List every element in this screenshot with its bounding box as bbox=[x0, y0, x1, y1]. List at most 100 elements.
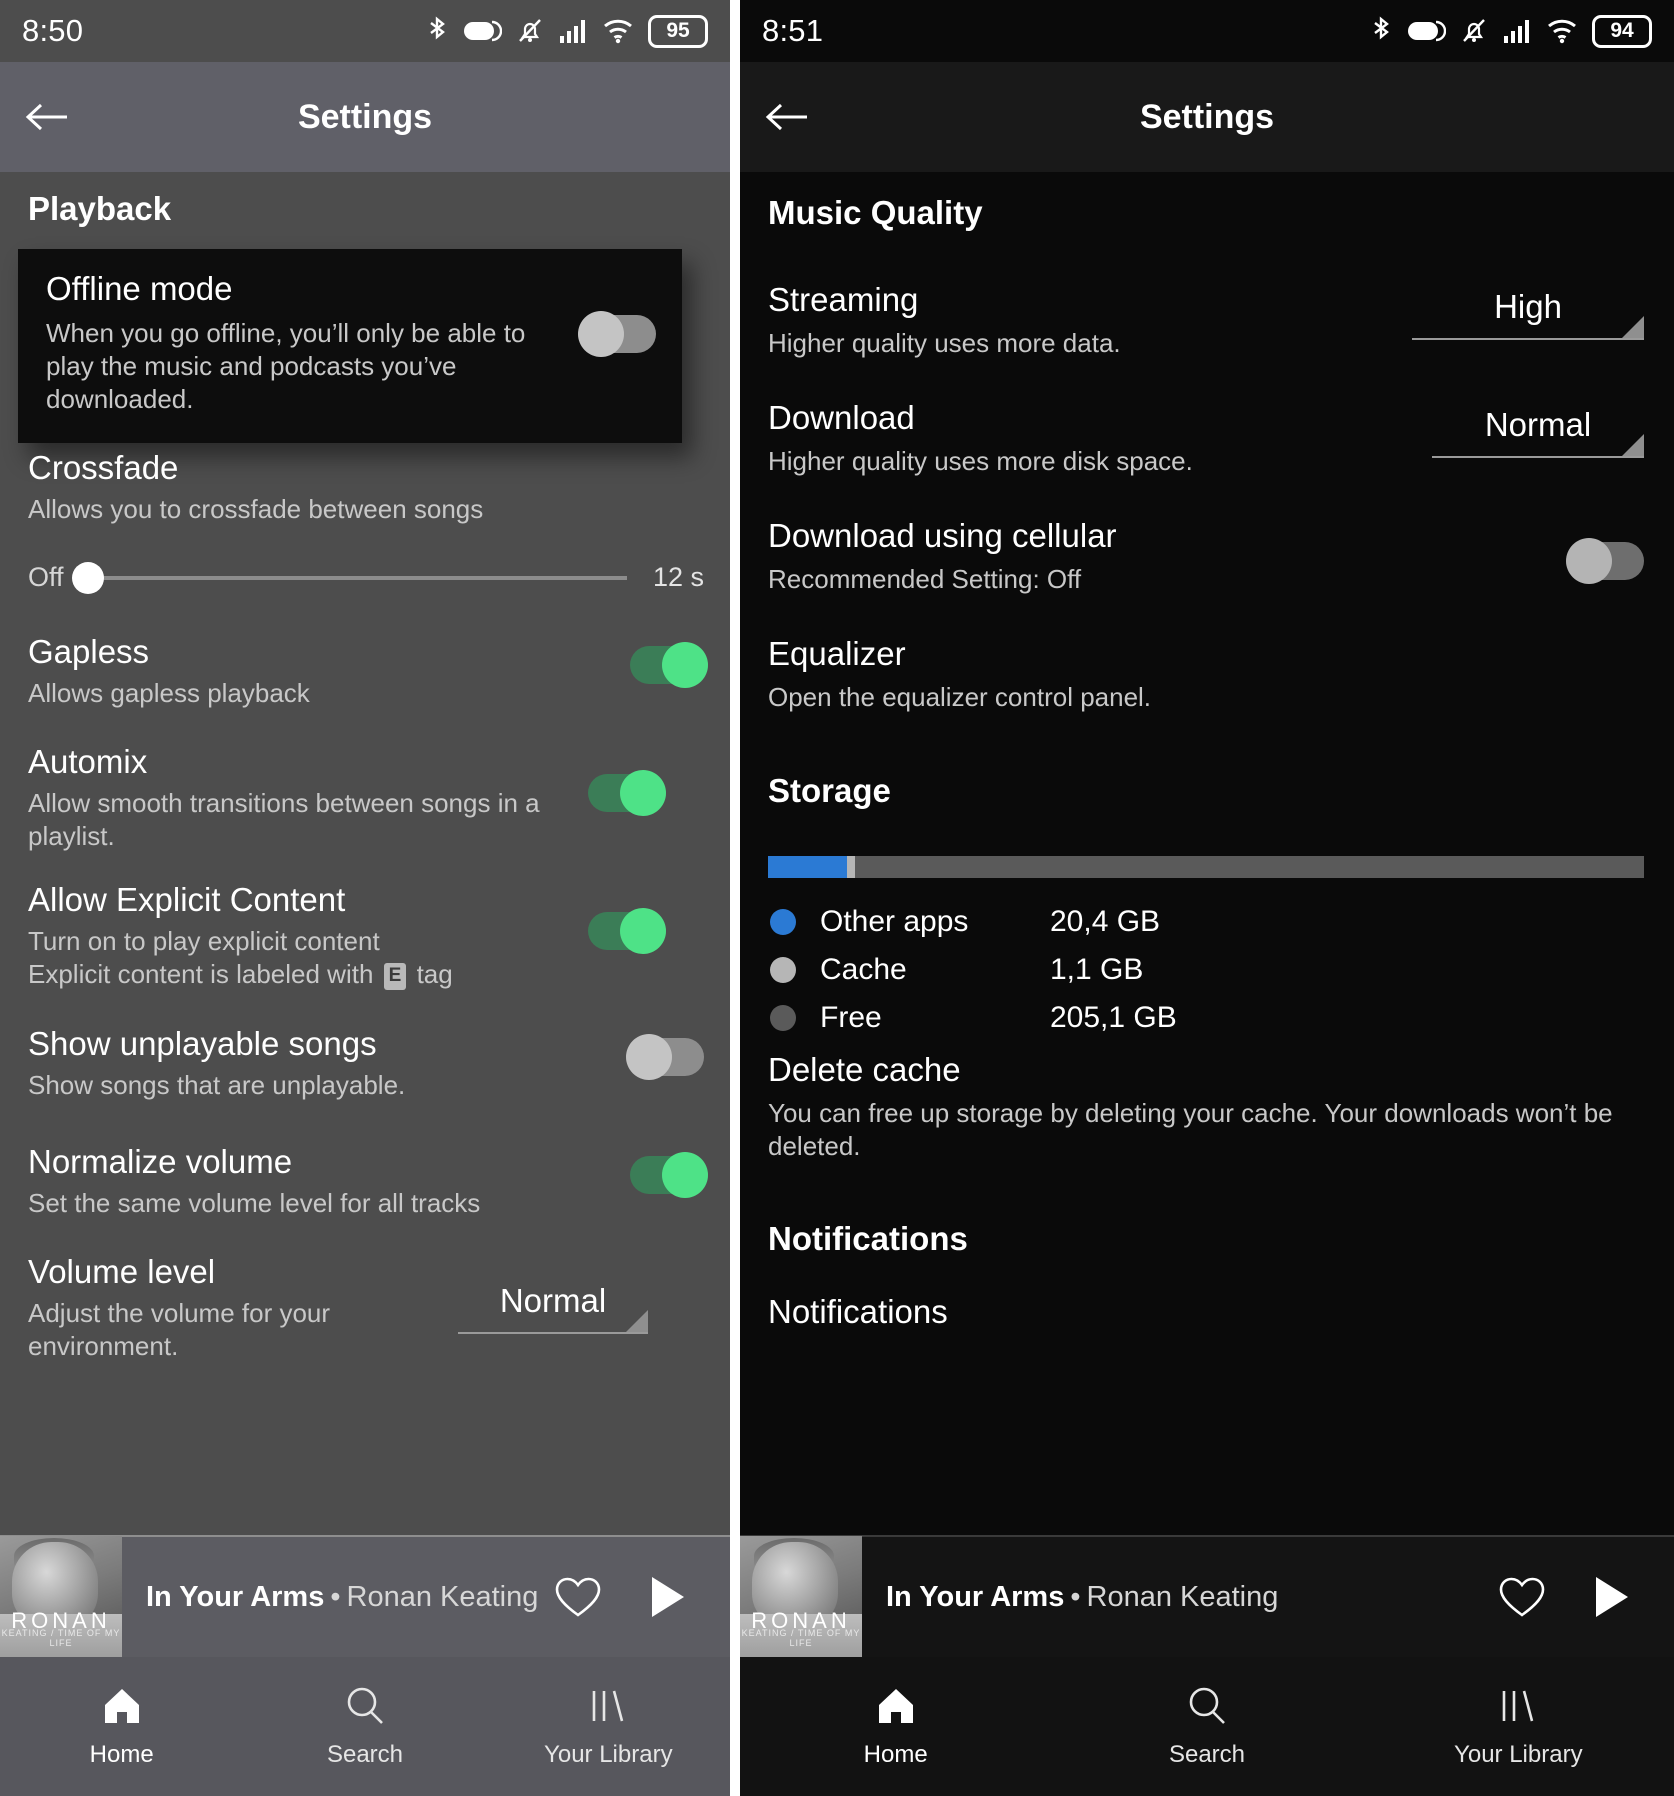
normalize-toggle[interactable] bbox=[630, 1152, 708, 1198]
download-description: Higher quality uses more disk space. bbox=[768, 445, 1193, 476]
nav-item-search-right[interactable]: Search bbox=[1051, 1657, 1362, 1796]
nav-label-home: Home bbox=[89, 1740, 154, 1768]
setting-row-download-using-cellular[interactable]: Download using cellular Recommended Sett… bbox=[768, 517, 1644, 596]
now-playing-actions-right bbox=[1498, 1574, 1632, 1620]
normalize-title: Normalize volume bbox=[28, 1143, 293, 1180]
volume-level-description: Adjust the volume for your environment. bbox=[28, 1297, 331, 1362]
library-icon bbox=[593, 1690, 624, 1721]
crossfade-slider-row[interactable]: Off 12 s bbox=[28, 561, 704, 594]
cellular-toggle[interactable] bbox=[1566, 538, 1644, 584]
bottom-navigation-left: Home Search Your Library bbox=[0, 1657, 730, 1796]
crossfade-slider-thumb[interactable] bbox=[72, 561, 104, 594]
offline-mode-toggle[interactable] bbox=[578, 311, 656, 357]
home-icon bbox=[104, 1688, 139, 1723]
volume-level-dropdown[interactable]: Normal bbox=[458, 1282, 648, 1334]
explicit-title: Allow Explicit Content bbox=[28, 881, 346, 918]
app-bar-right: Settings bbox=[740, 62, 1674, 172]
explicit-toggle[interactable] bbox=[588, 908, 666, 954]
bluetooth-icon bbox=[1374, 16, 1389, 40]
setting-row-gapless[interactable]: Gapless Allows gapless playback bbox=[28, 633, 708, 710]
offline-mode-title: Offline mode bbox=[46, 270, 233, 307]
search-icon bbox=[347, 1687, 383, 1724]
cellular-title: Download using cellular bbox=[768, 517, 1117, 554]
legend-label-other-apps: Other apps bbox=[820, 905, 969, 938]
nav-item-your-library[interactable]: Your Library bbox=[487, 1657, 730, 1796]
automix-toggle[interactable] bbox=[588, 770, 666, 816]
streaming-quality-value: High bbox=[1494, 288, 1562, 325]
setting-row-allow-explicit-content[interactable]: Allow Explicit Content Turn on to play e… bbox=[28, 881, 704, 991]
setting-row-crossfade[interactable]: Crossfade Allows you to crossfade betwee… bbox=[28, 449, 704, 526]
status-bar-left: 8:50 95 bbox=[0, 0, 730, 62]
wifi-icon bbox=[604, 19, 632, 44]
track-title: In Your Arms bbox=[146, 1580, 325, 1613]
play-icon[interactable] bbox=[1590, 1574, 1632, 1620]
storage-segment-other-apps bbox=[768, 856, 847, 878]
track-title-right: In Your Arms bbox=[886, 1580, 1065, 1613]
gapless-title: Gapless bbox=[28, 633, 150, 670]
page-title: Settings bbox=[297, 97, 433, 136]
setting-row-automix[interactable]: Automix Allow smooth transitions between… bbox=[28, 743, 704, 853]
battery-indicator: 95 bbox=[648, 14, 708, 48]
unplayable-description: Show songs that are unplayable. bbox=[28, 1069, 406, 1100]
legend-dot-free bbox=[770, 1005, 796, 1031]
setting-row-notifications[interactable]: Notifications bbox=[768, 1293, 1644, 1339]
crossfade-title: Crossfade bbox=[28, 449, 179, 486]
album-art-right[interactable]: RONAN KEATING / TIME OF MY LIFE bbox=[740, 1536, 862, 1658]
nav-item-your-library-right[interactable]: Your Library bbox=[1363, 1657, 1674, 1796]
page-title-right: Settings bbox=[1139, 97, 1275, 136]
settings-list-left: Playback Offline mode When you go offlin… bbox=[0, 172, 730, 1418]
setting-row-streaming[interactable]: Streaming Higher quality uses more data.… bbox=[768, 281, 1644, 360]
setting-row-show-unplayable-songs[interactable]: Show unplayable songs Show songs that ar… bbox=[28, 1025, 704, 1102]
legend-value-cache: 1,1 GB bbox=[1050, 953, 1144, 986]
streaming-description: Higher quality uses more data. bbox=[768, 327, 1121, 358]
heart-outline-icon[interactable] bbox=[1498, 1575, 1546, 1619]
download-quality-dropdown[interactable]: Normal bbox=[1432, 406, 1644, 458]
gapless-toggle[interactable] bbox=[630, 642, 708, 688]
nav-item-search[interactable]: Search bbox=[243, 1657, 486, 1796]
arrow-left-icon bbox=[765, 103, 807, 131]
crossfade-slider[interactable] bbox=[72, 561, 627, 594]
equalizer-title: Equalizer bbox=[768, 635, 906, 672]
unplayable-toggle[interactable] bbox=[626, 1034, 704, 1080]
streaming-title: Streaming bbox=[768, 281, 919, 318]
setting-row-normalize-volume[interactable]: Normalize volume Set the same volume lev… bbox=[28, 1143, 708, 1220]
explicit-description-line1: Turn on to play explicit content bbox=[28, 925, 380, 956]
album-art-subtitle: KEATING / TIME OF MY LIFE bbox=[1, 1628, 121, 1648]
chevron-down-icon bbox=[1622, 316, 1644, 338]
play-icon[interactable] bbox=[646, 1574, 688, 1620]
automix-title: Automix bbox=[28, 743, 148, 780]
bottom-navigation-right: Home Search Your Library bbox=[740, 1657, 1674, 1796]
back-button-right[interactable] bbox=[740, 102, 836, 132]
nav-label-search: Search bbox=[326, 1740, 404, 1768]
delete-cache-description: You can free up storage by deleting your… bbox=[768, 1097, 1613, 1162]
storage-legend: Other apps 20,4 GB Cache 1,1 GB Free 205… bbox=[770, 898, 1644, 1042]
explicit-desc-prefix: Explicit content is labeled with bbox=[28, 959, 374, 990]
setting-row-equalizer[interactable]: Equalizer Open the equalizer control pan… bbox=[768, 635, 1644, 714]
setting-row-volume-level[interactable]: Volume level Adjust the volume for your … bbox=[28, 1253, 704, 1363]
back-button[interactable] bbox=[0, 102, 96, 132]
app-bar-left: Settings bbox=[0, 62, 730, 172]
notifications-muted-icon bbox=[519, 19, 541, 42]
setting-row-offline-mode[interactable]: Offline mode When you go offline, you’ll… bbox=[18, 249, 682, 443]
nav-item-home[interactable]: Home bbox=[0, 1657, 243, 1796]
nav-label-home-right: Home bbox=[863, 1740, 928, 1768]
separator-dot: • bbox=[330, 1580, 341, 1613]
nav-item-home-right[interactable]: Home bbox=[740, 1657, 1051, 1796]
streaming-quality-dropdown[interactable]: High bbox=[1412, 288, 1644, 340]
cellular-signal-icon bbox=[1504, 20, 1529, 43]
setting-row-download[interactable]: Download Higher quality uses more disk s… bbox=[768, 399, 1644, 478]
section-header-playback: Playback bbox=[28, 190, 172, 227]
setting-row-delete-cache[interactable]: Delete cache You can free up storage by … bbox=[768, 1051, 1644, 1163]
now-playing-actions bbox=[554, 1574, 688, 1620]
heart-outline-icon[interactable] bbox=[554, 1575, 602, 1619]
status-clock-right: 8:51 bbox=[762, 13, 824, 48]
now-playing-bar-right[interactable]: RONAN KEATING / TIME OF MY LIFE In Your … bbox=[740, 1535, 1674, 1658]
album-art[interactable]: RONAN KEATING / TIME OF MY LIFE bbox=[0, 1536, 122, 1658]
now-playing-text: In Your Arms • Ronan Keating bbox=[146, 1581, 554, 1614]
home-icon bbox=[878, 1688, 913, 1723]
gapless-description: Allows gapless playback bbox=[28, 677, 310, 708]
legend-value-free: 205,1 GB bbox=[1050, 1001, 1177, 1034]
now-playing-bar-left[interactable]: RONAN KEATING / TIME OF MY LIFE In Your … bbox=[0, 1535, 730, 1658]
status-icons: 95 bbox=[426, 14, 708, 48]
offline-mode-description: When you go offline, you’ll only be able… bbox=[46, 317, 526, 415]
